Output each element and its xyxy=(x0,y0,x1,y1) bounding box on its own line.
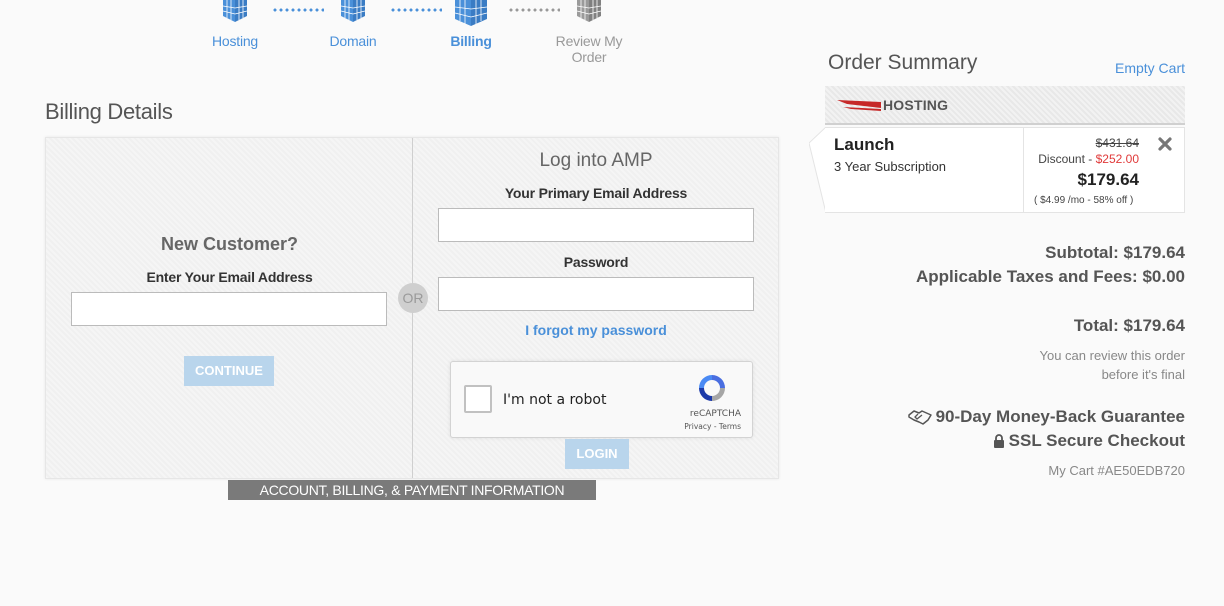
item-name: Launch xyxy=(834,135,895,154)
step-label: Hosting xyxy=(211,33,259,49)
cart-item: Launch 3 Year Subscription $431.64 Disco… xyxy=(809,127,1185,213)
cart-id: My Cart #AE50EDB720 xyxy=(1048,463,1185,478)
item-pricing: $431.64 Discount - $252.00 $179.64 ( $4.… xyxy=(1023,128,1185,212)
recaptcha-icon xyxy=(699,375,725,401)
recaptcha-checkbox[interactable] xyxy=(464,385,492,413)
remove-item-icon[interactable] xyxy=(1157,136,1173,152)
step-label: Billing xyxy=(450,33,492,49)
final-price: $179.64 xyxy=(1077,170,1139,189)
login-email-input[interactable] xyxy=(438,208,754,242)
original-price: $431.64 xyxy=(1095,136,1139,150)
item-subscription: 3 Year Subscription xyxy=(834,159,947,174)
step-billing[interactable]: Billing xyxy=(421,0,521,49)
ssl-label: SSL Secure Checkout xyxy=(1008,431,1185,450)
password-label: Password xyxy=(563,254,629,270)
checkout-steps: Hosting Domain Billing Review My Order xyxy=(190,0,660,65)
money-back-guarantee: 90-Day Money-Back Guarantee xyxy=(907,407,1185,427)
or-badge: OR xyxy=(398,283,428,313)
per-month-price: ( $4.99 /mo - 58% off ) xyxy=(1034,195,1134,206)
billing-panel: New Customer? Enter Your Email Address C… xyxy=(45,137,779,479)
guarantee-label: 90-Day Money-Back Guarantee xyxy=(935,407,1185,426)
handshake-icon xyxy=(907,410,932,425)
cube-icon xyxy=(340,0,366,22)
billing-title: Billing Details xyxy=(45,99,173,124)
review-note: You can review this order before it's fi… xyxy=(1040,346,1186,384)
login-email-label: Your Primary Email Address xyxy=(504,185,688,201)
new-email-input[interactable] xyxy=(71,292,387,326)
discount-label: Discount - xyxy=(1038,152,1096,166)
review-note-line: You can review this order xyxy=(1039,348,1186,363)
lock-icon xyxy=(993,434,1004,448)
forgot-password-link[interactable]: I forgot my password xyxy=(438,322,754,338)
recaptcha-terms-link[interactable]: Privacy - Terms xyxy=(684,422,741,431)
taxes: Applicable Taxes and Fees: $0.00 xyxy=(916,267,1185,286)
discount-amount: $252.00 xyxy=(1095,152,1139,166)
login-button[interactable]: LOGIN xyxy=(565,439,629,469)
account-info-bar: ACCOUNT, BILLING, & PAYMENT INFORMATION xyxy=(228,480,596,500)
category-label: HOSTING xyxy=(883,97,949,113)
recaptcha-widget: I'm not a robot reCAPTCHA Privacy - Term… xyxy=(450,361,753,438)
empty-cart-link[interactable]: Empty Cart xyxy=(1115,60,1185,76)
step-hosting[interactable]: Hosting xyxy=(185,0,285,49)
item-pointer xyxy=(809,127,826,213)
review-note-line: before it's final xyxy=(1101,367,1185,382)
login-title: Log into AMP xyxy=(539,150,653,171)
step-review[interactable]: Review My Order xyxy=(539,0,639,65)
cube-icon xyxy=(454,0,488,26)
new-customer-title: New Customer? xyxy=(160,234,299,254)
cube-icon xyxy=(576,0,602,22)
category-header: HOSTING xyxy=(825,86,1185,125)
cube-icon xyxy=(222,0,248,22)
discount: Discount - $252.00 xyxy=(1038,152,1139,166)
subtotal: Subtotal: $179.64 xyxy=(1045,243,1185,262)
step-label: Review My Order xyxy=(555,33,623,65)
new-email-label: Enter Your Email Address xyxy=(146,269,313,285)
continue-button[interactable]: CONTINUE xyxy=(184,356,274,386)
hosting-logo-icon xyxy=(837,100,881,111)
recaptcha-label: I'm not a robot xyxy=(503,392,607,408)
recaptcha-brand: reCAPTCHA xyxy=(689,409,741,419)
password-input[interactable] xyxy=(438,277,754,311)
ssl-checkout: SSL Secure Checkout xyxy=(993,431,1185,451)
total: Total: $179.64 xyxy=(1073,316,1185,335)
step-label: Domain xyxy=(329,33,377,49)
step-domain[interactable]: Domain xyxy=(303,0,403,49)
order-summary-title: Order Summary xyxy=(828,51,978,74)
